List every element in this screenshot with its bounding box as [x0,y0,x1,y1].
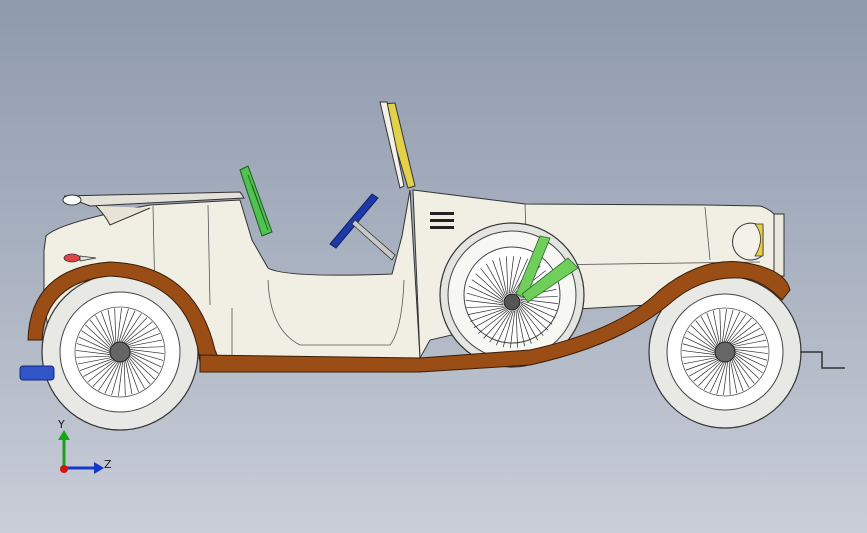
cad-viewport[interactable]: Y Z [0,0,867,533]
rear-tow-hook [19,365,55,381]
headlamp [732,222,764,261]
hood-vent [430,212,454,229]
y-axis-head [58,430,70,440]
y-axis-label: Y [57,418,65,431]
steering-wheel [329,193,396,261]
car-model-canvas[interactable]: Y Z [0,0,867,533]
front-crank-handle [800,351,845,369]
z-axis-head [94,462,104,474]
windshield [379,101,416,189]
radiator-grille [773,213,785,277]
z-axis-label: Z [104,458,112,471]
x-axis-dot [60,465,68,473]
